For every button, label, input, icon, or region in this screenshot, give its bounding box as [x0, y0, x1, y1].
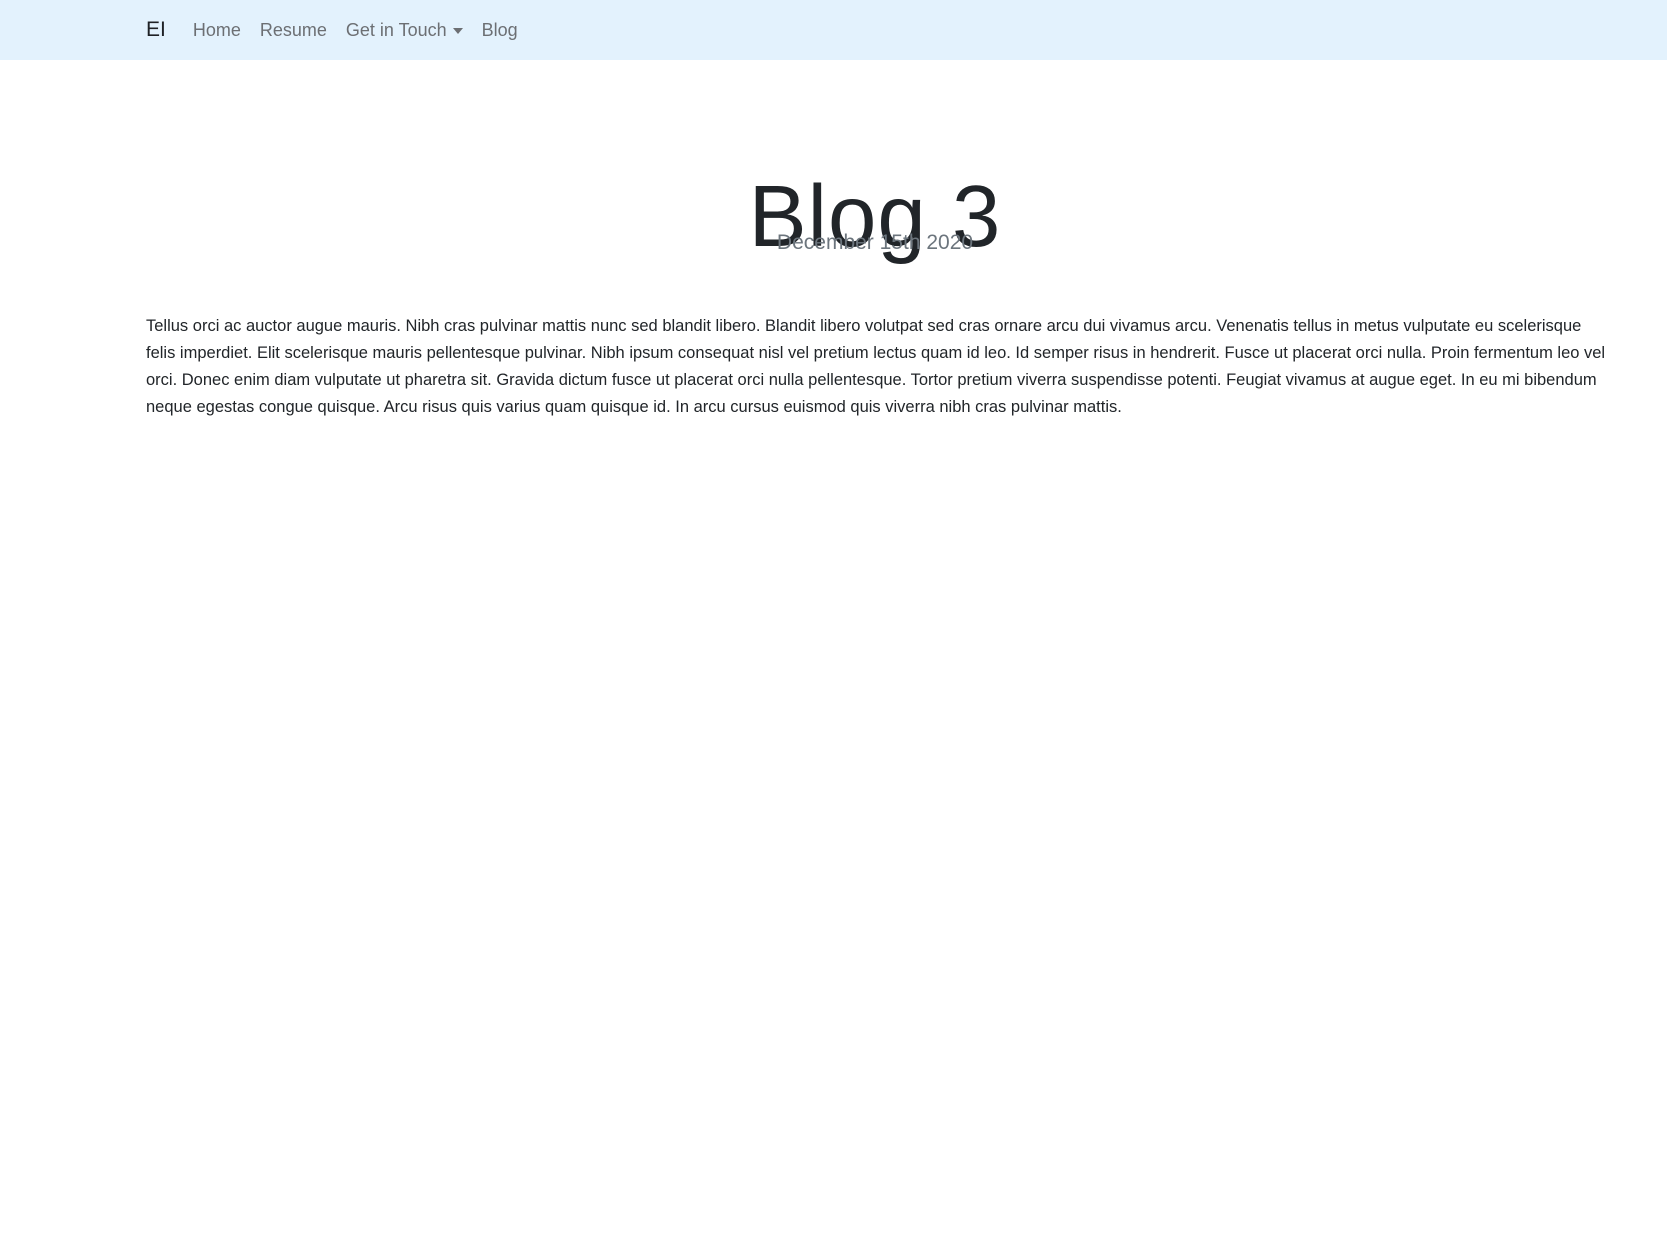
- nav-dropdown-get-in-touch[interactable]: Get in Touch: [346, 20, 463, 41]
- navbar: EI Home Resume Get in Touch Blog: [0, 0, 1667, 60]
- nav-link-home[interactable]: Home: [193, 20, 241, 41]
- post-body: Tellus orci ac auctor augue mauris. Nibh…: [146, 317, 1606, 416]
- nav-link-blog[interactable]: Blog: [482, 20, 518, 41]
- post-date: December 15th 2020: [776, 231, 974, 254]
- caret-down-icon: [452, 28, 463, 34]
- navbar-content: EI Home Resume Get in Touch Blog: [146, 0, 537, 60]
- brand-link[interactable]: EI: [146, 18, 166, 42]
- nav-link-blog-label: Blog: [481, 19, 518, 40]
- nav-link-home-label: Home: [192, 19, 241, 40]
- nav-dropdown-get-in-touch-label: Get in Touch: [345, 19, 447, 40]
- nav-link-resume-label: Resume: [259, 19, 327, 40]
- nav-link-resume[interactable]: Resume: [260, 20, 327, 41]
